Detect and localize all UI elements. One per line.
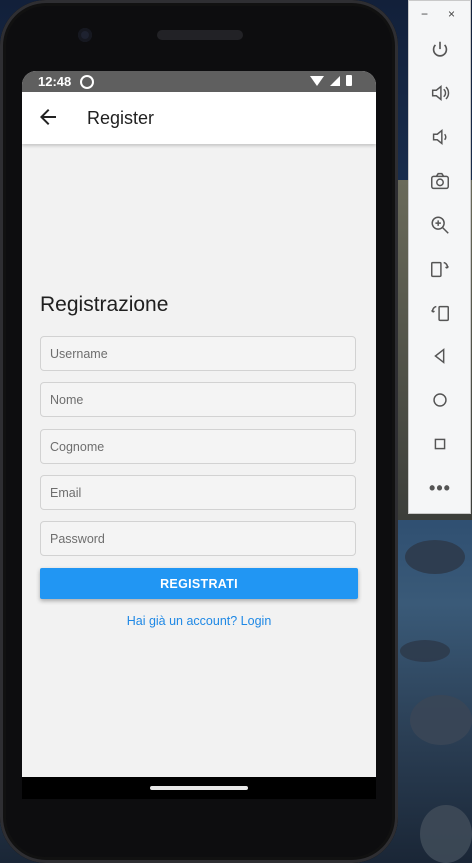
page-title: Register — [87, 108, 155, 128]
notification-icon — [80, 75, 94, 89]
form-heading: Registrazione — [40, 293, 169, 316]
register-button[interactable]: REGISTRATI — [40, 568, 358, 599]
volume-up-icon — [431, 85, 450, 101]
background-rock — [410, 695, 472, 745]
battery-icon — [346, 75, 352, 86]
front-camera — [78, 28, 92, 42]
close-button[interactable]: × — [448, 7, 455, 21]
login-link[interactable]: Hai già un account? Login — [22, 614, 376, 628]
zoom-button[interactable] — [427, 212, 453, 238]
rotate-right-icon — [431, 305, 449, 322]
password-field[interactable] — [40, 521, 356, 556]
volume-down-button[interactable] — [427, 124, 453, 150]
volume-down-icon — [432, 129, 447, 145]
earpiece-speaker — [157, 30, 243, 40]
overview-nav-icon — [434, 438, 446, 450]
minimize-button[interactable]: − — [421, 7, 428, 21]
rotate-right-button[interactable] — [427, 300, 453, 326]
back-arrow-icon[interactable] — [36, 105, 60, 129]
app-bar: Register — [22, 92, 376, 144]
more-icon: ••• — [429, 477, 451, 498]
camera-icon — [431, 172, 449, 190]
username-field[interactable] — [40, 336, 356, 371]
emulator-toolbar: − × ••• — [408, 0, 471, 514]
home-gesture-handle[interactable] — [150, 786, 248, 790]
wifi-icon — [310, 75, 324, 86]
power-button[interactable] — [427, 37, 453, 63]
background-rock — [405, 540, 465, 574]
status-bar: 12:48 — [22, 71, 376, 92]
cognome-field[interactable] — [40, 429, 356, 464]
zoom-icon — [431, 216, 449, 234]
app-screen: 12:48 Register Registrazione REGISTRATI … — [22, 71, 376, 777]
back-nav-icon — [434, 348, 445, 364]
status-time: 12:48 — [38, 74, 72, 89]
rotate-left-button[interactable] — [427, 256, 453, 282]
background-rock — [400, 640, 450, 662]
back-nav-button[interactable] — [427, 343, 453, 369]
rotate-left-icon — [431, 261, 449, 278]
nome-field[interactable] — [40, 382, 356, 417]
screenshot-button[interactable] — [427, 168, 453, 194]
home-nav-button[interactable] — [427, 387, 453, 413]
volume-up-button[interactable] — [427, 80, 453, 106]
more-button[interactable]: ••• — [427, 475, 453, 501]
background-rock — [420, 805, 472, 863]
status-icons — [310, 75, 352, 86]
window-controls: − × — [409, 7, 470, 23]
home-nav-icon — [433, 393, 447, 407]
overview-nav-button[interactable] — [427, 431, 453, 457]
signal-icon — [330, 75, 340, 86]
power-icon — [432, 41, 448, 57]
email-field[interactable] — [40, 475, 356, 510]
